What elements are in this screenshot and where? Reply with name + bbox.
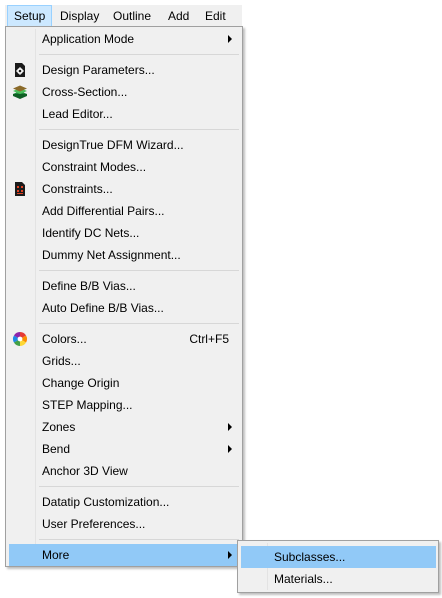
setup-menu: Application Mode Design Parameters... Cr…	[5, 26, 243, 567]
menubar-display[interactable]: Display	[54, 5, 105, 27]
menu-item-label: More	[42, 548, 70, 562]
menu-item-label: Constraint Modes...	[42, 160, 147, 174]
menu-item-label: Zones	[42, 420, 76, 434]
menubar-add[interactable]: Add	[162, 5, 195, 27]
menu-item-shortcut: Ctrl+F5	[189, 332, 229, 346]
menu-bar: Setup Display Outline Add Edit	[5, 5, 242, 27]
menu-item-label: User Preferences...	[42, 517, 146, 531]
menu-item-add-differential-pairs[interactable]: Add Differential Pairs...	[9, 200, 239, 222]
menu-item-colors[interactable]: Colors... Ctrl+F5	[9, 328, 239, 350]
menu-item-label: Lead Editor...	[42, 107, 113, 121]
menu-item-label: Colors...	[42, 332, 87, 346]
submenu-arrow-icon	[228, 423, 232, 431]
menu-separator	[39, 486, 239, 487]
menu-item-dummy-net-assignment[interactable]: Dummy Net Assignment...	[9, 244, 239, 266]
menu-item-define-bb-vias[interactable]: Define B/B Vias...	[9, 275, 239, 297]
menu-separator	[39, 54, 239, 55]
submenu-item-materials[interactable]: Materials...	[241, 568, 436, 590]
colors-icon	[13, 332, 27, 346]
menubar-setup[interactable]: Setup	[7, 5, 53, 27]
submenu-arrow-icon	[228, 445, 232, 453]
submenu-arrow-icon	[228, 35, 232, 43]
menu-separator	[39, 539, 239, 540]
menu-item-label: Add Differential Pairs...	[42, 204, 165, 218]
menu-item-label: Anchor 3D View	[42, 464, 128, 478]
menu-separator	[39, 323, 239, 324]
design-parameters-icon	[15, 63, 25, 77]
menu-item-user-preferences[interactable]: User Preferences...	[9, 513, 239, 535]
constraints-icon	[15, 182, 25, 196]
menu-item-label: Datatip Customization...	[42, 495, 170, 509]
more-submenu: Subclasses... Materials...	[237, 540, 439, 593]
menu-item-step-mapping[interactable]: STEP Mapping...	[9, 394, 239, 416]
menu-item-change-origin[interactable]: Change Origin	[9, 372, 239, 394]
menu-item-label: Define B/B Vias...	[42, 279, 136, 293]
menu-item-label: Identify DC Nets...	[42, 226, 140, 240]
menu-item-label: Change Origin	[42, 376, 120, 390]
menu-item-label: STEP Mapping...	[42, 398, 133, 412]
submenu-item-label: Materials...	[274, 572, 333, 586]
menu-item-label: Bend	[42, 442, 71, 456]
menubar-outline[interactable]: Outline	[107, 5, 157, 27]
menu-item-label: Dummy Net Assignment...	[42, 248, 181, 262]
menu-separator	[39, 129, 239, 130]
menu-item-bend[interactable]: Bend	[9, 438, 239, 460]
menu-item-constraints[interactable]: Constraints...	[9, 178, 239, 200]
menu-item-label: Cross-Section...	[42, 85, 128, 99]
menu-item-label: Application Mode	[42, 32, 135, 46]
menu-separator	[39, 270, 239, 271]
menu-item-label: Grids...	[42, 354, 81, 368]
menu-item-zones[interactable]: Zones	[9, 416, 239, 438]
menu-item-grids[interactable]: Grids...	[9, 350, 239, 372]
menu-item-auto-define-bb-vias[interactable]: Auto Define B/B Vias...	[9, 297, 239, 319]
menu-item-constraint-modes[interactable]: Constraint Modes...	[9, 156, 239, 178]
cross-section-icon	[13, 85, 27, 99]
submenu-item-label: Subclasses...	[274, 550, 346, 564]
submenu-item-subclasses[interactable]: Subclasses...	[241, 546, 436, 568]
submenu-arrow-icon	[228, 551, 232, 559]
menu-item-label: Constraints...	[42, 182, 113, 196]
menu-item-anchor-3d-view[interactable]: Anchor 3D View	[9, 460, 239, 482]
menu-item-identify-dc-nets[interactable]: Identify DC Nets...	[9, 222, 239, 244]
menu-item-cross-section[interactable]: Cross-Section...	[9, 81, 239, 103]
menu-item-label: Auto Define B/B Vias...	[42, 301, 164, 315]
menu-item-datatip-customization[interactable]: Datatip Customization...	[9, 491, 239, 513]
menu-item-label: Design Parameters...	[42, 63, 155, 77]
menu-item-application-mode[interactable]: Application Mode	[9, 28, 239, 50]
menu-item-design-parameters[interactable]: Design Parameters...	[9, 59, 239, 81]
menu-item-more[interactable]: More	[9, 544, 239, 566]
menu-item-label: DesignTrue DFM Wizard...	[42, 138, 184, 152]
menu-item-designtrue-dfm-wizard[interactable]: DesignTrue DFM Wizard...	[9, 134, 239, 156]
menu-item-lead-editor[interactable]: Lead Editor...	[9, 103, 239, 125]
menubar-edit[interactable]: Edit	[199, 5, 232, 27]
